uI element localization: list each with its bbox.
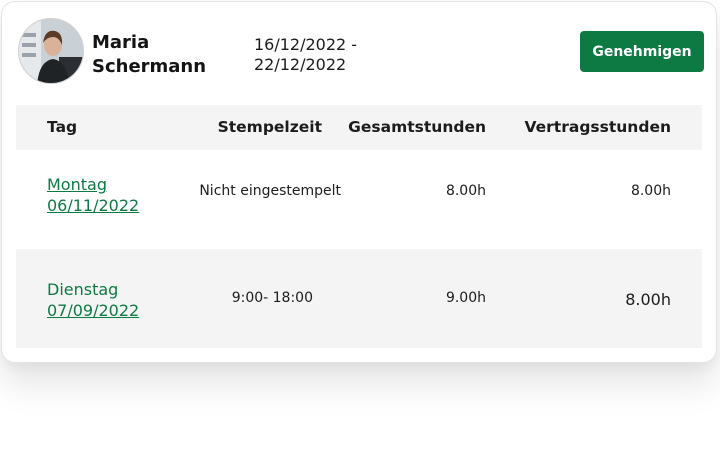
column-header-day: Tag <box>47 118 78 136</box>
punch-time-cell: 9:00- 18:00 <box>231 290 313 306</box>
approve-button[interactable]: Genehmigen <box>580 31 704 72</box>
table-row: Montag 06/11/2022 Nicht eingestempelt 8.… <box>16 150 702 249</box>
employee-name: Maria Schermann <box>92 31 222 79</box>
column-header-total-hours: Gesamtstunden <box>348 118 486 136</box>
day-weekday[interactable]: Montag <box>47 174 139 195</box>
date-range-end: 22/12/2022 <box>254 55 347 74</box>
table-header: Tag Stempelzeit Gesamtstunden Vertragsst… <box>16 105 702 150</box>
day-date[interactable]: 06/11/2022 <box>47 195 139 216</box>
contract-hours-cell: 8.00h <box>625 290 671 309</box>
total-hours-cell: 8.00h <box>445 183 486 199</box>
day-weekday[interactable]: Dienstag <box>47 279 139 300</box>
total-hours-cell: 9.00h <box>445 290 486 306</box>
employee-last-name: Schermann <box>92 56 207 77</box>
column-header-punch-time: Stempelzeit <box>217 118 322 136</box>
day-link[interactable]: Montag 06/11/2022 <box>47 174 139 216</box>
day-link[interactable]: Dienstag 07/09/2022 <box>47 279 139 321</box>
avatar-photo <box>19 19 83 83</box>
date-range-start: 16/12/2022 - <box>254 35 358 54</box>
table-row: Dienstag 07/09/2022 9:00- 18:00 9.00h 8.… <box>16 249 702 348</box>
day-date[interactable]: 07/09/2022 <box>47 300 139 321</box>
avatar <box>18 18 84 84</box>
date-range: 16/12/2022 - 22/12/2022 <box>254 35 384 75</box>
punch-time-cell: Nicht eingestempelt <box>199 183 341 199</box>
column-header-contract-hours: Vertragsstunden <box>524 118 672 136</box>
employee-first-name: Maria <box>92 32 150 53</box>
contract-hours-cell: 8.00h <box>630 183 671 199</box>
